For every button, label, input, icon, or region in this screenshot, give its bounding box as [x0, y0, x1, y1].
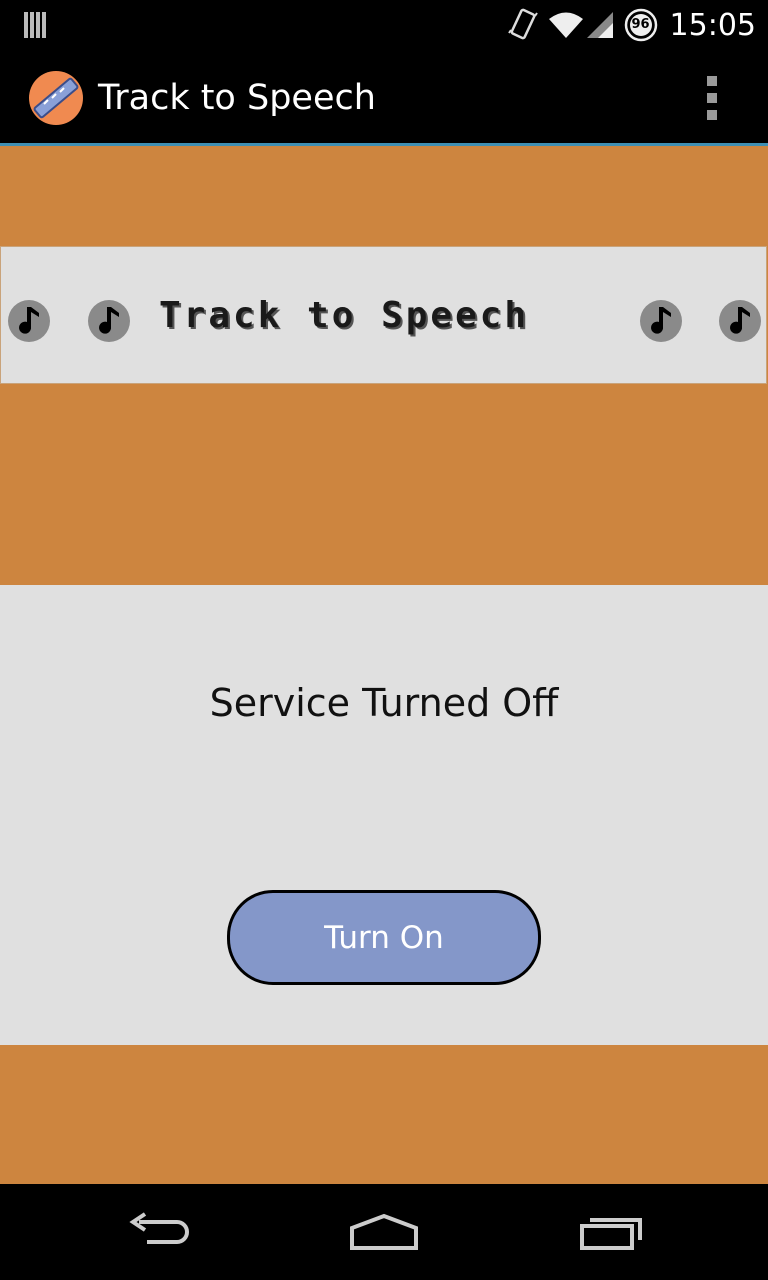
- overflow-menu-icon[interactable]: [700, 76, 724, 120]
- back-button[interactable]: [120, 1206, 200, 1258]
- signal-icon: [586, 12, 613, 38]
- navigation-bar: [0, 1184, 768, 1280]
- recent-apps-icon: [580, 1218, 642, 1250]
- back-icon: [129, 1212, 189, 1244]
- music-note-icon: [8, 300, 50, 342]
- wifi-icon: [548, 12, 583, 38]
- music-note-icon: [640, 300, 682, 342]
- home-icon: [350, 1213, 418, 1250]
- app-title: Track to Speech: [98, 78, 376, 118]
- turn-on-button[interactable]: Turn On: [227, 890, 541, 985]
- barcode-notification-icon: [24, 12, 46, 38]
- music-note-icon: [88, 300, 130, 342]
- battery-level: 96: [631, 17, 650, 32]
- recent-apps-button[interactable]: [570, 1206, 650, 1258]
- app-logo-icon[interactable]: [28, 70, 84, 126]
- app-banner: Track to Speech: [0, 246, 767, 384]
- status-bar: 96 15:05: [0, 0, 768, 50]
- vibrate-icon: [507, 8, 538, 40]
- app-screen: 96 15:05 Track to Speech Track to Speech…: [0, 0, 768, 1280]
- service-status-text: Service Turned Off: [209, 681, 559, 725]
- banner-title: Track to Speech: [159, 295, 530, 336]
- service-panel: Service Turned Off Turn On: [0, 585, 768, 1045]
- action-bar-divider: [0, 143, 768, 146]
- action-bar: Track to Speech: [0, 50, 768, 146]
- status-clock: 15:05: [669, 7, 756, 43]
- music-note-icon: [719, 300, 761, 342]
- turn-on-button-label: Turn On: [324, 919, 444, 956]
- home-button[interactable]: [344, 1206, 424, 1258]
- battery-icon: 96: [624, 8, 658, 42]
